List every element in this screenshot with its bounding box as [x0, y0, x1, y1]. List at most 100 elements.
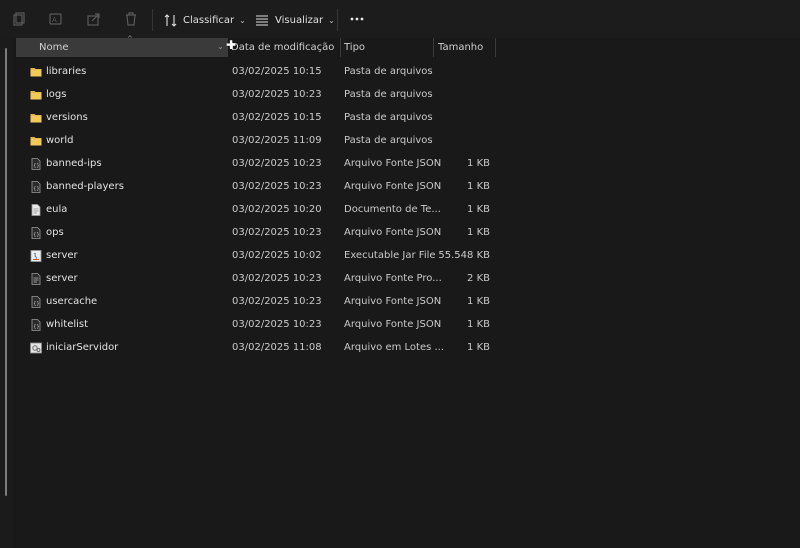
file-row[interactable]: libraries 03/02/2025 10:15 Pasta de arquiv… — [14, 61, 534, 84]
file-type: Arquivo Fonte JSON — [344, 227, 442, 238]
share-icon[interactable] — [86, 11, 102, 27]
json-file-icon: {} — [30, 158, 42, 170]
more-icon[interactable] — [348, 11, 366, 27]
file-row[interactable]: {} banned-ips 03/02/2025 10:23 Arquivo Font… — [14, 153, 534, 176]
file-row[interactable]: logs 03/02/2025 10:23 Pasta de arquivos — [14, 84, 534, 107]
svg-text:{}: {} — [33, 324, 39, 330]
column-header-size[interactable]: Tamanho — [438, 42, 483, 53]
column-header-date[interactable]: Data de modificação — [231, 42, 334, 53]
file-date: 03/02/2025 10:15 — [232, 112, 322, 123]
delete-icon[interactable] — [123, 11, 139, 27]
folder-icon — [30, 112, 42, 124]
sort-icon — [164, 13, 177, 27]
file-size: 1 KB — [467, 227, 490, 238]
file-name: libraries — [46, 66, 87, 77]
file-date: 03/02/2025 10:23 — [232, 296, 322, 307]
folder-icon — [30, 135, 42, 147]
view-button[interactable]: Visualizar ⌄ — [255, 9, 335, 31]
file-row[interactable]: iniciarServidor 03/02/2025 11:08 Arquivo e… — [14, 337, 534, 360]
file-type: Arquivo Fonte JSON — [344, 296, 442, 307]
file-date: 03/02/2025 10:23 — [232, 89, 322, 100]
file-date: 03/02/2025 10:23 — [232, 319, 322, 330]
scrollbar[interactable] — [5, 48, 7, 496]
navigation-pane — [0, 38, 14, 548]
column-header-name[interactable]: Nome ⌄ — [16, 38, 228, 57]
toolbar-separator — [337, 9, 338, 31]
folder-icon — [30, 66, 42, 78]
toolbar-separator — [152, 9, 153, 31]
file-row[interactable]: world 03/02/2025 11:09 Pasta de arquivos — [14, 130, 534, 153]
chevron-down-icon[interactable]: ⌄ — [217, 42, 224, 51]
file-row[interactable]: server 03/02/2025 10:02 Executable Jar Fil… — [14, 245, 534, 268]
file-size: 1 KB — [467, 319, 490, 330]
file-date: 03/02/2025 10:15 — [232, 66, 322, 77]
file-date: 03/02/2025 11:09 — [232, 135, 322, 146]
text-file-icon — [30, 204, 42, 216]
file-type: Pasta de arquivos — [344, 112, 433, 123]
file-row[interactable]: versions 03/02/2025 10:15 Pasta de arquivo… — [14, 107, 534, 130]
json-file-icon: {} — [30, 227, 42, 239]
column-header-type[interactable]: Tipo — [344, 42, 365, 53]
file-row[interactable]: server 03/02/2025 10:23 Arquivo Fonte Pro.… — [14, 268, 534, 291]
json-file-icon: {} — [30, 319, 42, 331]
copy-icon[interactable] — [11, 11, 27, 27]
file-row[interactable]: {} usercache 03/02/2025 10:23 Arquivo Fonte… — [14, 291, 534, 314]
rename-icon[interactable]: A — [48, 11, 64, 27]
file-date: 03/02/2025 10:23 — [232, 181, 322, 192]
file-row[interactable]: {} whitelist 03/02/2025 10:23 Arquivo Fonte… — [14, 314, 534, 337]
file-name: versions — [46, 112, 88, 123]
file-date: 03/02/2025 10:02 — [232, 250, 322, 261]
chevron-down-icon: ⌄ — [328, 15, 335, 25]
sort-button[interactable]: Classificar ⌄ — [164, 9, 246, 31]
file-date: 03/02/2025 10:23 — [232, 273, 322, 284]
file-type: Pasta de arquivos — [344, 135, 433, 146]
view-label: Visualizar — [275, 14, 324, 26]
file-date: 03/02/2025 10:20 — [232, 204, 322, 215]
file-name: ops — [46, 227, 64, 238]
file-type: Arquivo Fonte JSON — [344, 181, 442, 192]
file-row[interactable]: {} banned-players 03/02/2025 10:23 Arquivo … — [14, 176, 534, 199]
file-name: server — [46, 273, 78, 284]
view-icon — [256, 15, 268, 26]
properties-file-icon — [30, 273, 42, 285]
file-type: Pasta de arquivos — [344, 89, 433, 100]
file-type: Arquivo Fonte JSON — [344, 158, 442, 169]
file-type: Pasta de arquivos — [344, 66, 433, 77]
file-size: 1 KB — [467, 342, 490, 353]
file-name: logs — [46, 89, 67, 100]
svg-text:{}: {} — [33, 232, 39, 238]
column-divider[interactable] — [433, 38, 434, 57]
batch-file-icon — [30, 342, 42, 354]
file-type: Executable Jar File — [344, 250, 436, 261]
file-name: world — [46, 135, 74, 146]
json-file-icon: {} — [30, 181, 42, 193]
sort-ascending-icon: ^ — [127, 35, 133, 43]
file-size: 1 KB — [467, 181, 490, 192]
column-divider[interactable] — [495, 38, 496, 57]
jar-file-icon — [30, 250, 42, 262]
file-date: 03/02/2025 10:23 — [232, 158, 322, 169]
file-size: 1 KB — [467, 158, 490, 169]
resize-cursor-icon: ✚ — [226, 38, 237, 52]
file-type: Arquivo em Lotes ... — [344, 342, 445, 353]
file-name: eula — [46, 204, 68, 215]
file-name: banned-ips — [46, 158, 102, 169]
svg-text:{}: {} — [33, 163, 39, 169]
file-row[interactable]: eula 03/02/2025 10:20 Documento de Te... 1 … — [14, 199, 534, 222]
svg-text:A: A — [52, 16, 57, 24]
file-row[interactable]: {} ops 03/02/2025 10:23 Arquivo Fonte JSON 1… — [14, 222, 534, 245]
file-type: Documento de Te... — [344, 204, 441, 215]
svg-text:{}: {} — [33, 186, 39, 192]
svg-text:{}: {} — [33, 301, 39, 307]
file-date: 03/02/2025 10:23 — [232, 227, 322, 238]
column-divider[interactable] — [340, 38, 341, 57]
file-size: 1 KB — [467, 296, 490, 307]
folder-icon — [30, 89, 42, 101]
command-bar: A Classificar ⌄ Visualizar ⌄ — [0, 0, 800, 39]
file-date: 03/02/2025 11:08 — [232, 342, 322, 353]
file-size: 2 KB — [467, 273, 490, 284]
file-size: 1 KB — [467, 204, 490, 215]
chevron-down-icon: ⌄ — [239, 15, 246, 25]
sort-label: Classificar — [183, 14, 235, 26]
json-file-icon: {} — [30, 296, 42, 308]
